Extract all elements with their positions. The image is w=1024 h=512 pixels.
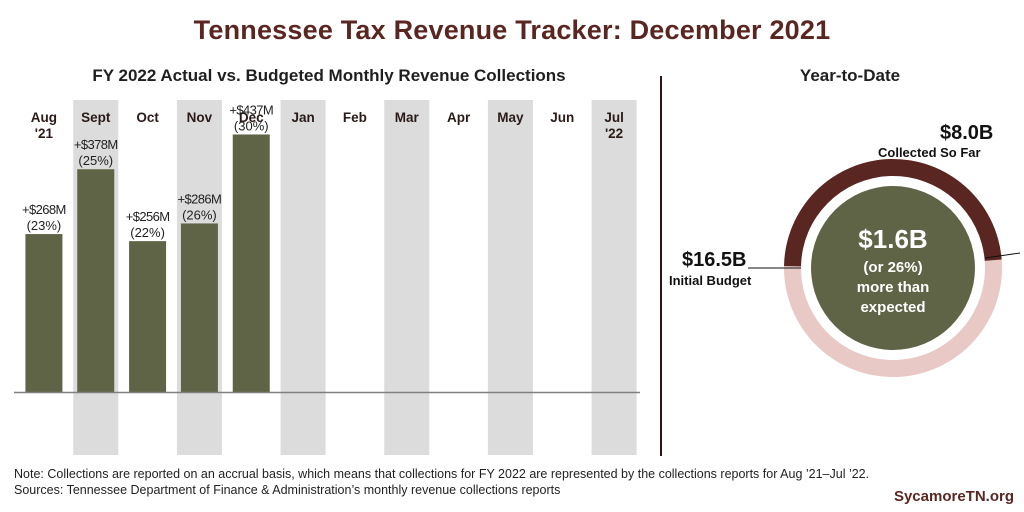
percent-label: (23%) [27, 218, 62, 233]
category-label: Jan [291, 110, 314, 125]
value-label: +$286M [178, 191, 222, 206]
bar [77, 169, 115, 392]
category-label: Apr [447, 110, 471, 125]
bar [180, 223, 218, 392]
collected-label: Collected So Far [878, 145, 981, 160]
value-label: +$268M [22, 202, 66, 217]
budget-value: $16.5B [682, 249, 747, 271]
category-label: Aug [31, 110, 57, 125]
accrual-note: Note: Collections are reported on an acc… [14, 467, 870, 481]
sources-note: Sources: Tennessee Department of Finance… [14, 483, 561, 497]
value-label: +$378M [74, 137, 118, 152]
collected-value: $8.0B [940, 122, 994, 144]
column-band [487, 100, 533, 455]
ytd-center-value: $1.6B [858, 224, 928, 254]
category-label: Oct [136, 110, 159, 125]
category-label: Feb [343, 110, 367, 125]
percent-label: (22%) [130, 225, 165, 240]
percent-label: (30%) [234, 118, 269, 133]
ytd-center-line-3: expected [860, 299, 926, 316]
brand-link[interactable]: SycamoreTN.org [894, 488, 1014, 505]
category-label: '21 [35, 126, 54, 141]
category-label: Sept [81, 110, 111, 125]
category-label: Jun [550, 110, 574, 125]
budget-label: Initial Budget [669, 273, 752, 288]
percent-label: (25%) [78, 153, 113, 168]
column-band [591, 100, 637, 455]
footnote: Note: Collections are reported on an acc… [14, 466, 869, 498]
bar [232, 134, 270, 392]
bars [25, 134, 270, 392]
monthly-bar-chart: Aug'21Sept Oct Nov Dec Jan Feb Mar Apr May Jun Jul… [14, 100, 1021, 455]
bar [129, 241, 167, 392]
category-label: May [497, 110, 524, 125]
column-band [280, 100, 326, 455]
category-label: Jul [604, 110, 624, 125]
category-labels: Aug'21Sept Oct Nov Dec Jan Feb Mar Apr May Jun Jul… [31, 110, 624, 141]
value-label: +$256M [126, 209, 170, 224]
bar [25, 234, 63, 392]
category-label: Mar [395, 110, 420, 125]
percent-label: (26%) [182, 207, 217, 222]
ytd-center-line-1: (or 26%) [863, 259, 923, 276]
column-band [384, 100, 430, 455]
ytd-center-line-2: more than [856, 279, 930, 296]
category-label: Nov [187, 110, 213, 125]
value-label: +$437M [229, 102, 273, 117]
category-label: '22 [605, 126, 623, 141]
